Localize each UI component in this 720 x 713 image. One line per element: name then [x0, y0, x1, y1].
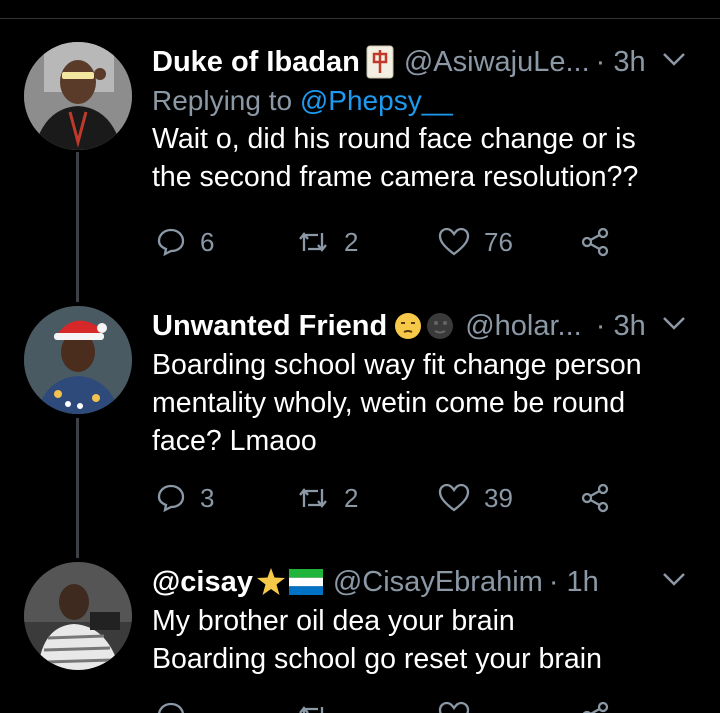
- heart-icon: [438, 227, 470, 256]
- user-handle[interactable]: @AsiwajuLe...: [404, 46, 590, 79]
- tweet-actions: 3 2 39: [152, 478, 622, 518]
- share-button[interactable]: [580, 222, 610, 262]
- share-button[interactable]: [580, 696, 610, 713]
- retweet-icon: [299, 706, 324, 713]
- heart-icon: [438, 483, 470, 512]
- like-button[interactable]: 76: [438, 222, 513, 262]
- new-moon-face-icon: [425, 311, 455, 341]
- mahjong-dragon-icon: [366, 45, 394, 79]
- reply-icon: [158, 702, 184, 713]
- retweet-icon: [299, 232, 327, 252]
- like-button[interactable]: 39: [438, 478, 513, 518]
- top-divider: [0, 18, 720, 19]
- avatar[interactable]: [24, 42, 132, 150]
- share-button[interactable]: [580, 478, 610, 518]
- unamused-face-icon: [393, 311, 423, 341]
- like-button[interactable]: [438, 696, 470, 713]
- user-handle[interactable]: @CisayEbrahim: [333, 566, 543, 599]
- share-icon: [581, 227, 609, 257]
- timestamp[interactable]: · 1h: [549, 566, 599, 599]
- avatar[interactable]: [24, 562, 132, 670]
- reply-icon: [157, 484, 185, 513]
- tweet[interactable]: Unwanted Friend @holar... · 3h Boarding …: [0, 306, 720, 536]
- reply-button[interactable]: 3: [156, 478, 214, 518]
- reply-button[interactable]: [156, 696, 186, 713]
- display-name[interactable]: Unwanted Friend: [152, 310, 387, 343]
- retweet-button[interactable]: 2: [296, 478, 358, 518]
- sierra-leone-flag-icon: [288, 569, 323, 595]
- retweet-button[interactable]: [296, 696, 330, 713]
- user-handle[interactable]: @holar...: [465, 310, 582, 343]
- share-icon: [582, 701, 609, 713]
- timestamp[interactable]: · 3h: [596, 310, 646, 343]
- tweet-actions: [152, 696, 622, 713]
- chevron-down-icon[interactable]: [660, 312, 688, 334]
- tweet[interactable]: @cisay @CisayEbrahim · 1h My brother oil…: [0, 562, 720, 713]
- tweet-text: Wait o, did his round face change or is …: [152, 123, 639, 193]
- retweet-icon: [299, 488, 327, 508]
- retweet-button[interactable]: 2: [296, 222, 358, 262]
- tweet[interactable]: Duke of Ibadan @AsiwajuLe... · 3h Replyi…: [0, 42, 720, 292]
- reply-icon: [157, 228, 185, 257]
- display-name[interactable]: @cisay: [152, 566, 253, 599]
- display-name[interactable]: Duke of Ibadan: [152, 46, 360, 79]
- chevron-down-icon[interactable]: [660, 568, 688, 590]
- timestamp[interactable]: · 3h: [596, 46, 646, 79]
- replying-to: Replying to @Phepsy__: [152, 85, 453, 116]
- reply-button[interactable]: 6: [156, 222, 214, 262]
- share-icon: [581, 483, 609, 513]
- tweet-text: My brother oil dea your brain Boarding s…: [152, 605, 602, 675]
- heart-icon: [438, 701, 470, 713]
- glowing-star-icon: [255, 566, 287, 598]
- avatar[interactable]: [24, 306, 132, 414]
- chevron-down-icon[interactable]: [660, 48, 688, 70]
- tweet-text: Boarding school way fit change person me…: [152, 349, 642, 457]
- tweet-actions: 6 2 76: [152, 222, 622, 262]
- mention-link[interactable]: @Phepsy__: [300, 85, 453, 116]
